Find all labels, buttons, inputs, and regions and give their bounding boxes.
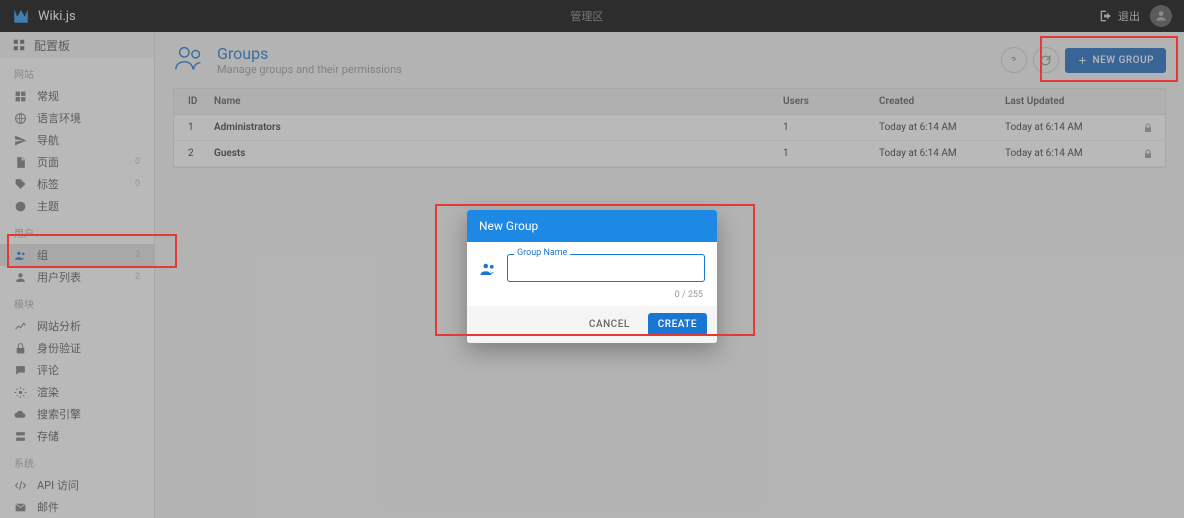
group-name-field: Group Name <box>507 254 705 282</box>
people-icon <box>479 260 497 278</box>
field-label: Group Name <box>514 248 570 258</box>
char-counter: 0 / 255 <box>467 288 717 306</box>
create-button[interactable]: CREATE <box>648 313 707 336</box>
new-group-dialog: New Group Group Name 0 / 255 CANCEL CREA… <box>467 210 717 343</box>
cancel-button[interactable]: CANCEL <box>579 313 640 336</box>
dialog-title: New Group <box>467 210 717 242</box>
group-name-input[interactable] <box>507 254 705 282</box>
